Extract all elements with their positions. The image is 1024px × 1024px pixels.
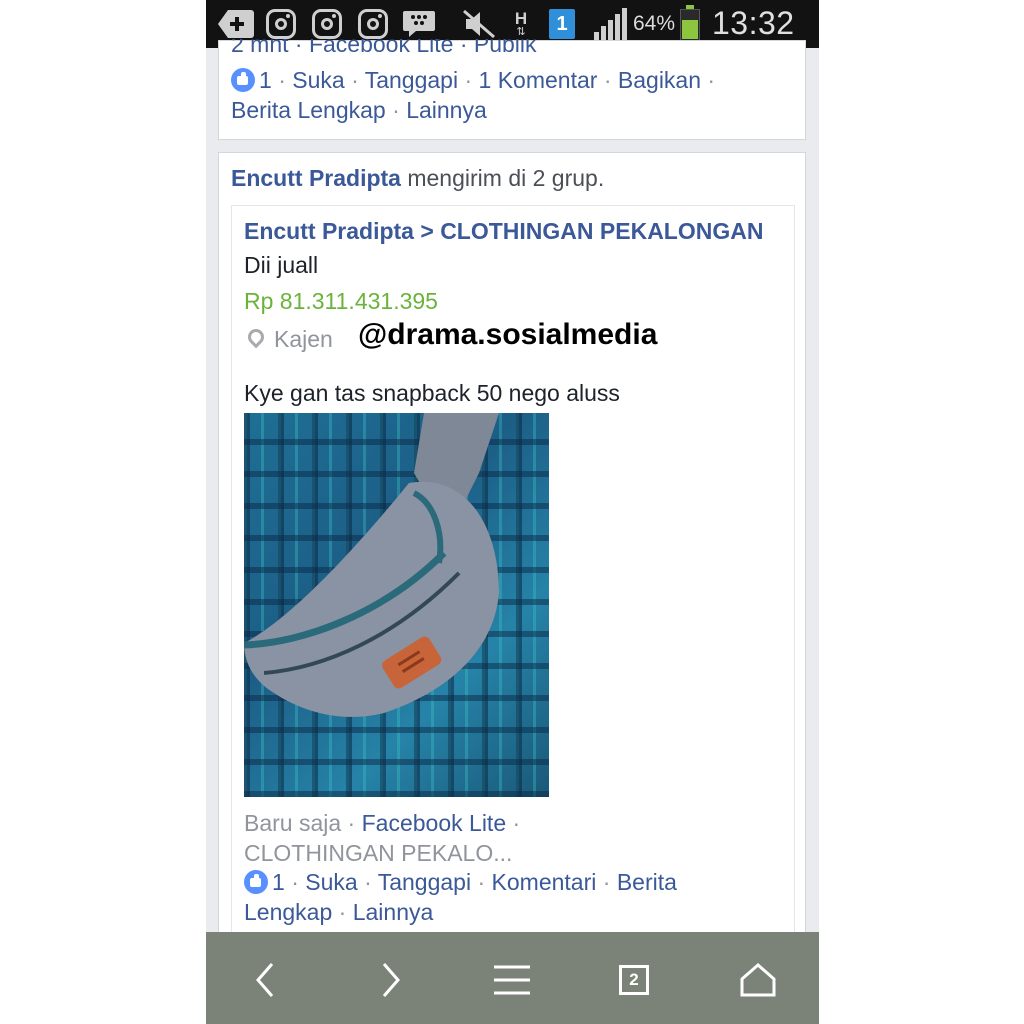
post-time: Baru saja [244, 810, 342, 836]
like-button[interactable]: Suka [305, 869, 357, 895]
location-pin-icon [244, 325, 268, 349]
arrow: > [420, 218, 434, 244]
post-meta: Baru saja · Facebook Lite · [244, 810, 521, 836]
forward-icon[interactable] [370, 960, 410, 1000]
instagram-icon [266, 9, 296, 39]
listing-price: Rp 81.311.431.395 [244, 288, 438, 314]
more-link[interactable]: Lainnya [406, 97, 487, 123]
signal-icon [592, 8, 630, 40]
full-story-link[interactable]: Berita [617, 869, 677, 895]
author-link[interactable]: Encutt Pradipta [231, 165, 401, 191]
battery-icon [680, 5, 700, 41]
comment-button[interactable]: Komentari [492, 869, 597, 895]
network-h-icon: H ⇅ [514, 9, 528, 38]
listing-title: Dii juall [244, 252, 319, 278]
post-header: Encutt Pradipta mengirim di 2 grup. [231, 163, 604, 193]
like-count[interactable]: 1 [259, 67, 272, 93]
like-icon [244, 870, 268, 894]
post-group-name: CLOTHINGAN PEKALO... [244, 840, 513, 866]
listing-description: Kye gan tas snapback 50 nego aluss [244, 380, 620, 406]
group-link[interactable]: CLOTHINGAN PEKALONGAN [440, 218, 763, 244]
like-count[interactable]: 1 [272, 869, 285, 895]
via-app-link[interactable]: Facebook Lite [362, 810, 506, 836]
reply-button[interactable]: Tanggapi [378, 869, 471, 895]
back-icon[interactable] [246, 960, 286, 1000]
full-story-link[interactable]: Berita Lengkap [231, 97, 386, 123]
share-button[interactable]: Bagikan [618, 67, 701, 93]
listing-location: Kajen [244, 324, 333, 354]
post-actions-row: 1 · Suka · Tanggapi · 1 Komentar · Bagik… [231, 65, 715, 95]
add-icon [218, 8, 254, 40]
waist-bag-illustration [244, 413, 499, 717]
watermark: @drama.sosialmedia [358, 318, 658, 351]
listing-photo[interactable] [244, 413, 549, 797]
sim-icon: 1 [548, 8, 576, 40]
more-link[interactable]: Lainnya [353, 899, 434, 925]
home-icon[interactable] [738, 960, 778, 1000]
shared-text: mengirim di 2 grup. [407, 165, 605, 191]
menu-icon[interactable] [492, 960, 532, 1000]
comments-link[interactable]: 1 Komentar [479, 67, 598, 93]
browser-toolbar: 2 [206, 932, 819, 1024]
shared-post-header: Encutt Pradipta > CLOTHINGAN PEKALONGAN [244, 216, 763, 246]
bbm-icon [402, 8, 436, 40]
mute-icon [462, 8, 496, 40]
tabs-icon[interactable]: 2 [614, 960, 654, 1000]
like-button[interactable]: Suka [292, 67, 344, 93]
reply-button[interactable]: Tanggapi [365, 67, 458, 93]
battery-percent: 64% [633, 12, 676, 35]
instagram-icon [358, 9, 388, 39]
full-story-link-cont[interactable]: Lengkap [244, 899, 332, 925]
like-icon [231, 68, 255, 92]
instagram-icon [312, 9, 342, 39]
inner-author-link[interactable]: Encutt Pradipta [244, 218, 414, 244]
clock: 13:32 [712, 5, 795, 41]
post-card-previous: 2 mnt · Facebook Lite · Publik 1 · Suka … [218, 39, 806, 140]
post-actions-row: 1 · Suka · Tanggapi · Komentari · Berita [244, 867, 677, 897]
